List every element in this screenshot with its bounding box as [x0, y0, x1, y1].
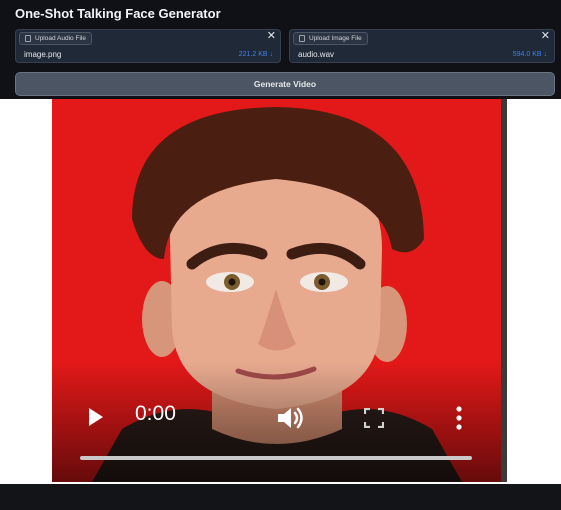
file-icon: [25, 35, 31, 42]
play-icon[interactable]: [89, 408, 103, 426]
video-player[interactable]: 0:00: [52, 99, 501, 482]
file-icon: [299, 35, 305, 42]
clear-image-button[interactable]: ✕: [541, 31, 550, 42]
fullscreen-icon[interactable]: [364, 408, 384, 428]
clear-audio-button[interactable]: ✕: [267, 31, 276, 42]
side-scroll-strip: [501, 99, 507, 482]
more-options-icon[interactable]: [455, 406, 463, 430]
audio-file-download-link[interactable]: 221.2 KB ↓: [239, 51, 273, 58]
video-current-time: 0:00: [135, 402, 176, 425]
generate-video-button[interactable]: Generate Video: [15, 72, 555, 96]
audio-file-name: image.png: [24, 50, 62, 59]
image-file-download-link[interactable]: 594.0 KB ↓: [513, 51, 547, 58]
app-header: One-Shot Talking Face Generator Upload A…: [0, 0, 561, 99]
image-upload-card[interactable]: Upload Image File ✕ audio.wav 594.0 KB ↓: [289, 29, 555, 63]
audio-upload-label: Upload Audio File: [19, 32, 92, 45]
image-upload-label: Upload Image File: [293, 32, 368, 45]
app-title: One-Shot Talking Face Generator: [15, 6, 221, 21]
footer-bar: [0, 484, 561, 510]
audio-upload-card[interactable]: Upload Audio File ✕ image.png 221.2 KB ↓: [15, 29, 281, 63]
video-progress-bar[interactable]: [80, 456, 472, 460]
volume-icon[interactable]: [276, 405, 306, 431]
image-file-name: audio.wav: [298, 50, 335, 59]
